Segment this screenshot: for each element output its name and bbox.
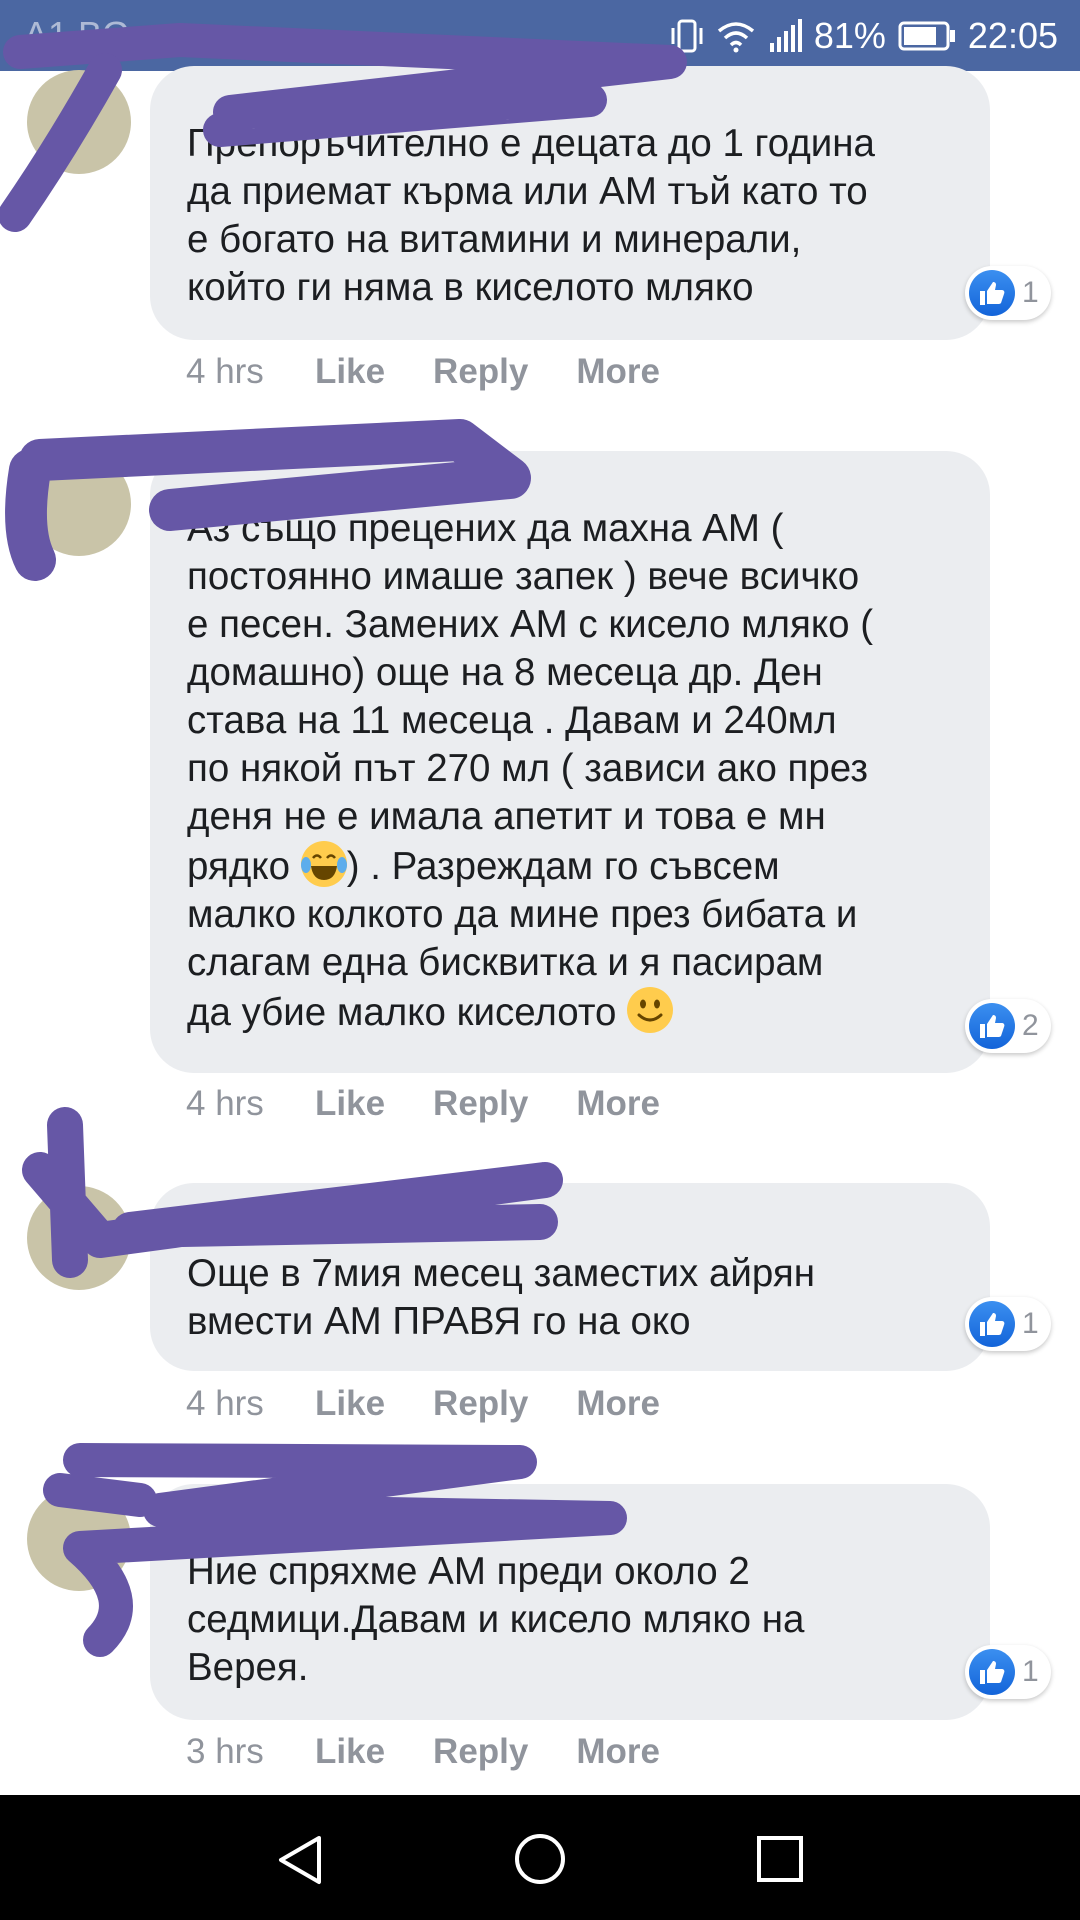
like-button[interactable]: Like	[315, 352, 385, 392]
comment-author[interactable]	[187, 66, 960, 120]
comment-actions: 4 hrs Like Reply More	[186, 1084, 708, 1124]
more-button[interactable]: More	[576, 352, 660, 392]
comment-actions: 4 hrs Like Reply More	[186, 352, 708, 392]
reaction-badge[interactable]: 2	[965, 999, 1051, 1053]
like-button[interactable]: Like	[315, 1732, 385, 1772]
like-reaction-icon	[969, 270, 1015, 316]
avatar[interactable]	[27, 452, 131, 556]
comment-timestamp[interactable]: 4 hrs	[186, 1084, 315, 1124]
comment-author[interactable]	[187, 451, 960, 505]
reaction-count: 1	[1022, 276, 1039, 309]
reaction-badge[interactable]: 1	[965, 1645, 1051, 1699]
battery-icon	[898, 21, 955, 51]
comment-author[interactable]: А	[187, 1484, 960, 1538]
avatar[interactable]	[27, 1186, 131, 1290]
wifi-icon	[717, 22, 754, 53]
comment-text: Ние спряхме АМ преди около 2 седмици.Дав…	[187, 1550, 805, 1689]
comment-timestamp[interactable]: 3 hrs	[186, 1732, 315, 1772]
tears-of-joy-emoji-icon	[300, 841, 347, 887]
status-bar: A1 BG 81% 22:05	[0, 0, 1080, 71]
reaction-count: 2	[1022, 1009, 1039, 1042]
reaction-badge[interactable]: 1	[965, 266, 1051, 320]
comment-actions: 3 hrs Like Reply More	[186, 1732, 708, 1772]
comment-bubble[interactable]: А Ние спряхме АМ преди около 2 седмици.Д…	[150, 1484, 990, 1720]
smile-emoji-icon	[627, 987, 674, 1033]
comment-text: Препоръчително е децата до 1 година да п…	[187, 122, 875, 309]
like-button[interactable]: Like	[315, 1384, 385, 1424]
home-icon[interactable]	[513, 1832, 567, 1886]
more-button[interactable]: More	[576, 1732, 660, 1772]
comment-timestamp[interactable]: 4 hrs	[186, 1384, 315, 1424]
comment-text-part: Аз също прецених да махна АМ ( постоянно…	[187, 507, 874, 888]
navigation-bar	[0, 1795, 1080, 1920]
reaction-count: 1	[1022, 1307, 1039, 1340]
reply-button[interactable]: Reply	[433, 1732, 528, 1772]
recents-icon[interactable]	[755, 1834, 805, 1884]
comment-bubble[interactable]: Още в 7мия месец заместих айрян вмести А…	[150, 1183, 990, 1371]
comment-actions: 4 hrs Like Reply More	[186, 1384, 708, 1424]
clock: 22:05	[967, 15, 1058, 56]
comment-timestamp[interactable]: 4 hrs	[186, 352, 315, 392]
avatar[interactable]	[27, 1487, 131, 1591]
reply-button[interactable]: Reply	[433, 352, 528, 392]
reaction-badge[interactable]: 1	[965, 1297, 1051, 1351]
carrier-label: A1 BG	[24, 14, 131, 55]
comment-bubble[interactable]: Препоръчително е децата до 1 година да п…	[150, 66, 990, 340]
like-reaction-icon	[969, 1649, 1015, 1695]
reply-button[interactable]: Reply	[433, 1384, 528, 1424]
comment-text: Още в 7мия месец заместих айрян вмести А…	[187, 1252, 815, 1343]
avatar[interactable]	[27, 70, 131, 174]
more-button[interactable]: More	[576, 1384, 660, 1424]
signal-icon	[769, 19, 802, 52]
back-icon[interactable]	[275, 1834, 325, 1886]
comment-text: Аз също прецених да махна АМ ( постоянно…	[187, 505, 960, 1037]
reaction-count: 1	[1022, 1655, 1039, 1688]
like-button[interactable]: Like	[315, 1084, 385, 1124]
comment-author[interactable]	[187, 1183, 960, 1239]
comment-bubble[interactable]: Аз също прецених да махна АМ ( постоянно…	[150, 451, 990, 1073]
status-icons: 81% 22:05	[670, 14, 1058, 58]
reply-button[interactable]: Reply	[433, 1084, 528, 1124]
like-reaction-icon	[969, 1301, 1015, 1347]
more-button[interactable]: More	[576, 1084, 660, 1124]
battery-percent: 81%	[813, 15, 886, 56]
vibrate-icon	[671, 19, 703, 53]
like-reaction-icon	[969, 1003, 1015, 1049]
